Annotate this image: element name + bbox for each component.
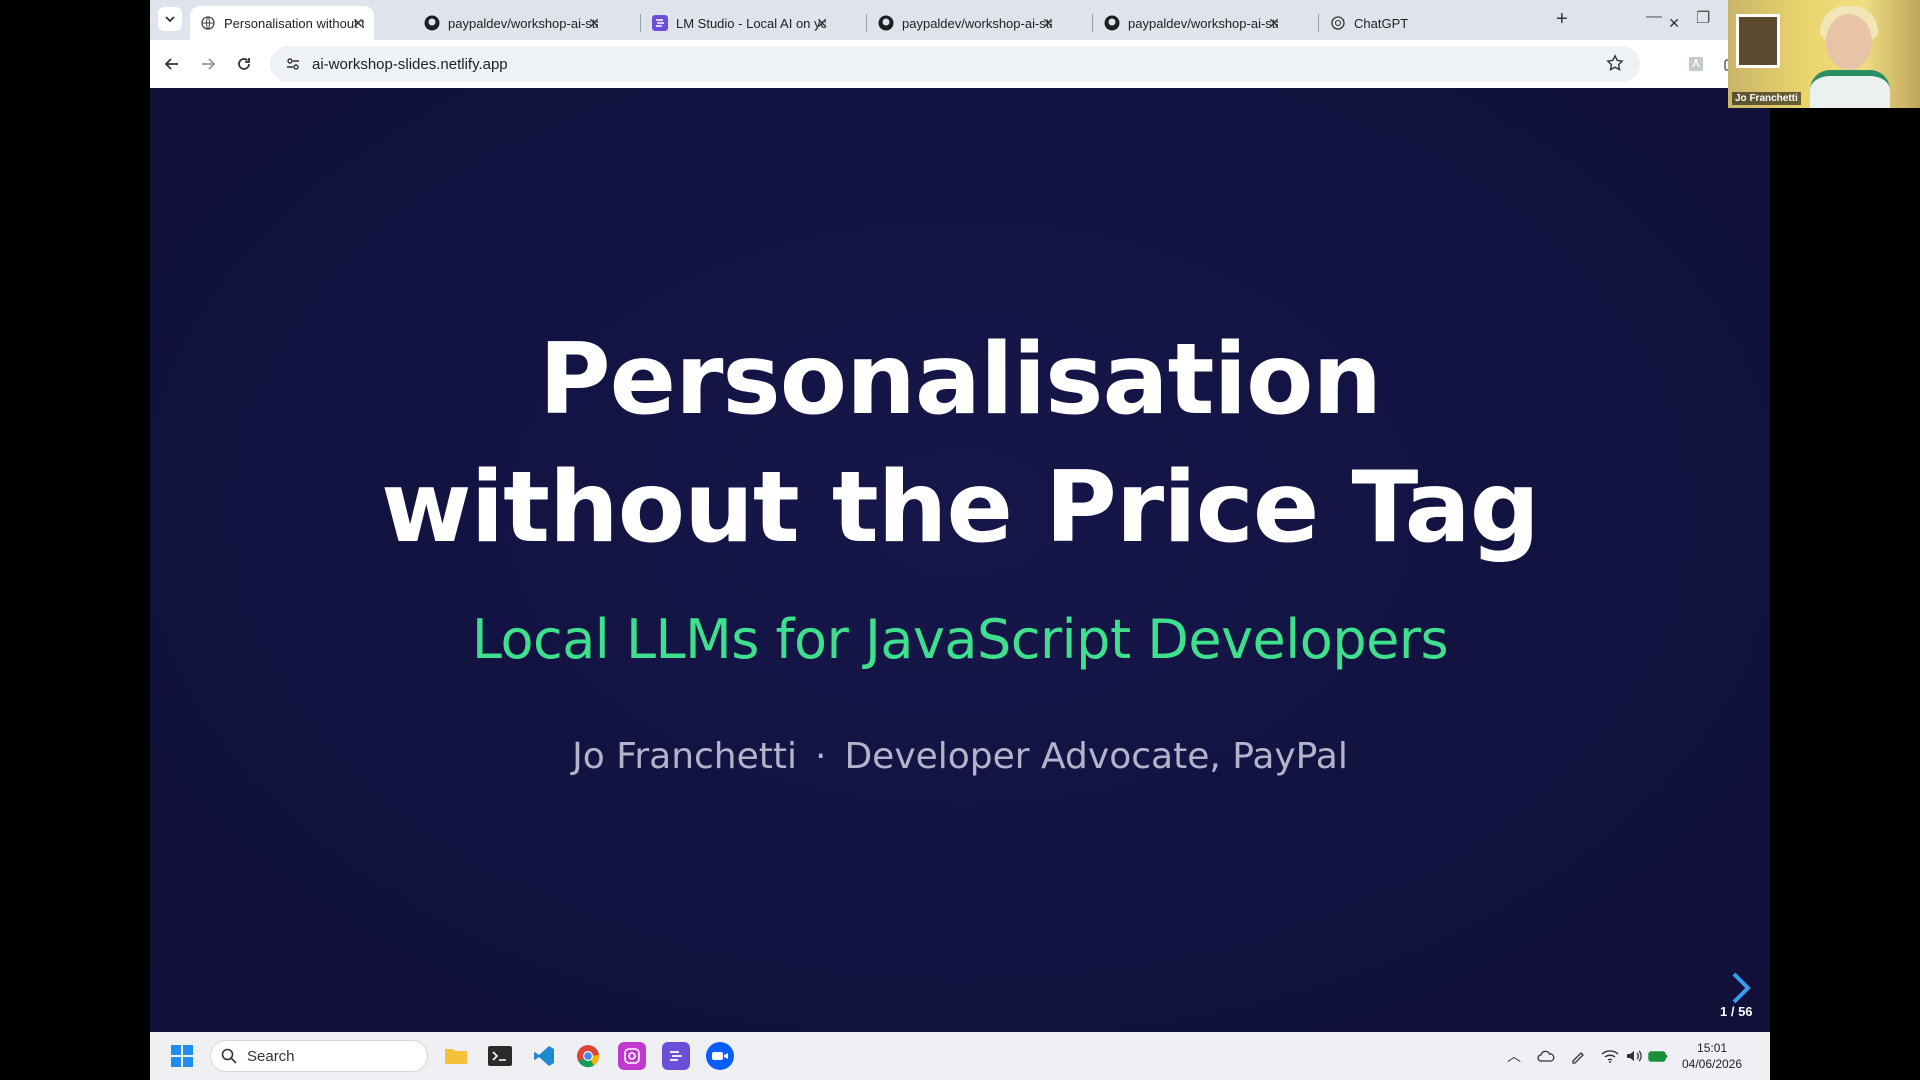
chevron-down-icon bbox=[165, 16, 175, 23]
pen-input-icon[interactable] bbox=[1568, 1046, 1588, 1066]
address-bar[interactable]: ai-workshop-slides.netlify.app bbox=[270, 46, 1640, 82]
tab-github-1[interactable]: paypaldev/workshop-ai-stag ✕ bbox=[414, 6, 610, 40]
presenter-body bbox=[1810, 70, 1890, 108]
close-tab-icon[interactable]: ✕ bbox=[352, 15, 364, 32]
wifi-icon[interactable] bbox=[1600, 1046, 1620, 1066]
terminal-button[interactable] bbox=[486, 1042, 514, 1070]
tab-label: LM Studio - Local AI on your bbox=[676, 15, 826, 31]
system-clock[interactable]: 15:01 04/06/2026 bbox=[1682, 1040, 1742, 1072]
tab-lmstudio[interactable]: LM Studio - Local AI on your ✕ bbox=[642, 6, 838, 40]
close-tab-icon[interactable]: ✕ bbox=[588, 15, 600, 32]
search-icon bbox=[221, 1048, 237, 1064]
close-tab-icon[interactable]: ✕ bbox=[816, 15, 828, 32]
tab-github-3[interactable]: paypaldev/workshop-ai-stag ✕ bbox=[1094, 6, 1290, 40]
github-icon bbox=[1104, 15, 1120, 31]
tab-search-button[interactable] bbox=[158, 7, 182, 31]
lmstudio-icon bbox=[670, 1051, 682, 1061]
tab-separator bbox=[640, 14, 641, 32]
forward-button[interactable] bbox=[196, 52, 220, 76]
presentation-slide: Personalisation without the Price Tag Lo… bbox=[150, 88, 1770, 1032]
clock-time: 15:01 bbox=[1697, 1041, 1728, 1055]
lmstudio-taskbar-button[interactable] bbox=[662, 1042, 690, 1070]
author-role: Developer Advocate, PayPal bbox=[844, 736, 1348, 777]
chrome-button[interactable] bbox=[574, 1042, 602, 1070]
instagram-button[interactable] bbox=[618, 1042, 646, 1070]
battery-icon[interactable] bbox=[1648, 1046, 1668, 1066]
onedrive-icon[interactable] bbox=[1536, 1046, 1556, 1066]
close-tab-icon[interactable]: ✕ bbox=[1668, 15, 1680, 32]
author-name: Jo Franchetti bbox=[572, 736, 797, 777]
tab-github-2[interactable]: paypaldev/workshop-ai-stag ✕ bbox=[868, 6, 1064, 40]
tab-label: ChatGPT bbox=[1354, 15, 1409, 31]
tab-label: paypaldev/workshop-ai-stag bbox=[902, 15, 1052, 31]
slide-byline: Jo Franchetti · Developer Advocate, PayPal bbox=[150, 736, 1770, 777]
back-arrow-icon bbox=[164, 58, 178, 70]
minimize-button[interactable]: — bbox=[1646, 8, 1662, 26]
tab-personalisation[interactable]: Personalisation without the Price Tag ✕ bbox=[190, 6, 374, 40]
lmstudio-icon bbox=[652, 15, 668, 31]
tab-label: paypaldev/workshop-ai-stag bbox=[448, 15, 598, 31]
github-icon bbox=[878, 15, 894, 31]
url-text: ai-workshop-slides.netlify.app bbox=[312, 55, 508, 73]
webcam-video: Jo Franchetti bbox=[1728, 0, 1920, 108]
reload-icon bbox=[238, 58, 250, 70]
terminal-icon bbox=[488, 1046, 512, 1066]
zoom-button[interactable] bbox=[706, 1042, 734, 1070]
back-button[interactable] bbox=[160, 52, 184, 76]
chrome-icon bbox=[577, 1045, 600, 1068]
wall-picture bbox=[1736, 14, 1780, 68]
forward-arrow-icon bbox=[202, 58, 216, 70]
github-icon bbox=[424, 15, 440, 31]
tray-overflow-icon[interactable]: ︿ bbox=[1504, 1046, 1524, 1066]
taskbar-search[interactable]: Search bbox=[210, 1040, 428, 1072]
volume-icon[interactable] bbox=[1624, 1046, 1644, 1066]
slide-counter: 1 / 56 bbox=[1720, 1004, 1753, 1019]
globe-icon bbox=[200, 15, 216, 31]
vscode-button[interactable] bbox=[530, 1042, 558, 1070]
close-tab-icon[interactable]: ✕ bbox=[1042, 15, 1054, 32]
restore-button[interactable]: ❐ bbox=[1696, 8, 1710, 28]
folder-icon bbox=[445, 1049, 467, 1064]
close-tab-icon[interactable]: ✕ bbox=[1268, 15, 1280, 32]
search-placeholder: Search bbox=[247, 1047, 295, 1065]
next-slide-button[interactable] bbox=[1726, 968, 1756, 1008]
zoom-icon bbox=[712, 1052, 728, 1060]
shared-screen: Personalisation without the Price Tag ✕ … bbox=[150, 0, 1770, 1080]
new-tab-button[interactable]: + bbox=[1556, 8, 1568, 31]
byline-separator: · bbox=[815, 736, 827, 777]
clock-date: 04/06/2026 bbox=[1682, 1057, 1743, 1071]
site-info-icon[interactable] bbox=[284, 55, 302, 73]
tab-chatgpt[interactable]: ChatGPT ✕ bbox=[1320, 6, 1690, 40]
tab-label: paypaldev/workshop-ai-stag bbox=[1128, 15, 1278, 31]
translate-extension-icon[interactable] bbox=[1684, 52, 1708, 76]
reload-button[interactable] bbox=[232, 52, 256, 76]
tab-label: Personalisation without the Price Tag bbox=[224, 15, 364, 31]
vscode-icon bbox=[534, 1046, 554, 1066]
tab-separator bbox=[1092, 14, 1093, 32]
slide-title-line-2: without the Price Tag bbox=[381, 451, 1540, 565]
browser-toolbar: ai-workshop-slides.netlify.app ABP bbox=[150, 40, 1770, 88]
slide-subtitle: Local LLMs for JavaScript Developers bbox=[471, 608, 1449, 671]
presenter-face bbox=[1826, 14, 1872, 70]
taskbar: Search ︿ 15:01 04/06/2026 bbox=[150, 1032, 1770, 1080]
tab-separator bbox=[866, 14, 867, 32]
slide-title: Personalisation without the Price Tag bbox=[150, 316, 1770, 572]
bookmark-star-icon[interactable] bbox=[1606, 54, 1624, 77]
camera-app-icon bbox=[624, 1048, 640, 1064]
file-explorer-button[interactable] bbox=[442, 1042, 470, 1070]
windows-logo-icon bbox=[171, 1045, 193, 1067]
tab-separator bbox=[1318, 14, 1319, 32]
start-button[interactable] bbox=[168, 1042, 196, 1070]
chatgpt-icon bbox=[1330, 15, 1346, 31]
participant-name: Jo Franchetti bbox=[1732, 92, 1801, 105]
chevron-right-icon bbox=[1732, 972, 1751, 1004]
tab-strip: Personalisation without the Price Tag ✕ … bbox=[150, 0, 1770, 40]
slide-title-line-1: Personalisation bbox=[538, 323, 1382, 437]
